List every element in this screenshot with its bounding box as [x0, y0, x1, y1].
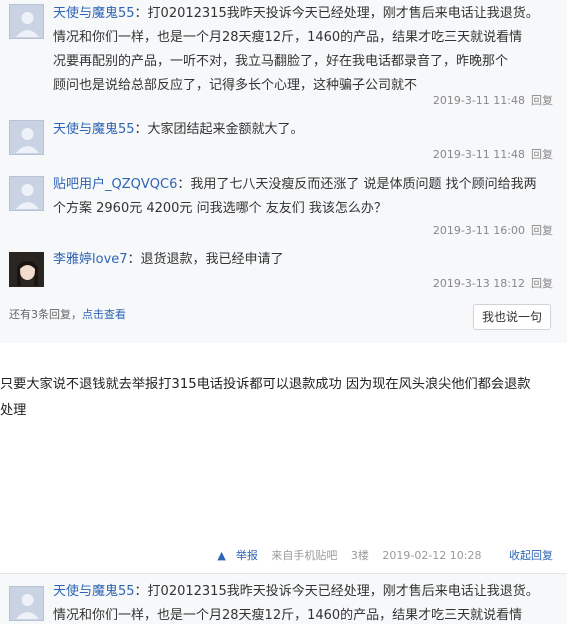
- reply-text: ：我用了七八天没瘦反而还涨了 说是体质问题 找个顾问给我两: [177, 177, 537, 192]
- reply-text: ：退货退款，我已经申请了: [127, 252, 284, 267]
- post-content: 只要大家说不退钱就去举报打315电话投诉都可以退款成功 因为现在风头浪尖他们都会…: [0, 372, 567, 424]
- avatar[interactable]: [9, 176, 44, 211]
- reply-username[interactable]: 天使与魔鬼55: [53, 584, 135, 599]
- floor-reply-list: 天使与魔鬼55：打02012315我昨天投诉今天已经处理，刚才售后来电话让我退货…: [0, 573, 567, 624]
- reply-text: 情况和你们一样，也是一个月28天瘦12斤，1460的产品，结果才吃三天就说看情: [53, 30, 523, 45]
- user-photo-icon: [10, 253, 43, 286]
- post-meta: ▲ 举报 来自手机贴吧 3楼 2019-02-12 10:28 收起回复: [197, 547, 553, 563]
- reply-time: 2019-3-11 16:00: [432, 224, 525, 237]
- post-source: 来自手机贴吧: [271, 549, 338, 562]
- reply-time: 2019-3-11 11:48: [432, 148, 525, 161]
- warning-icon: ▲: [217, 549, 226, 562]
- say-something-button[interactable]: 我也说一句: [473, 304, 551, 330]
- reply-time: 2019-3-13 18:12: [432, 277, 525, 290]
- reply-text: ：打02012315我昨天投诉今天已经处理，刚才售后来电话让我退货。: [134, 584, 539, 599]
- reply-content: 天使与魔鬼55：打02012315我昨天投诉今天已经处理，刚才售后来电话让我退货…: [53, 2, 555, 98]
- reply-button[interactable]: 回复: [531, 94, 553, 107]
- reply-button[interactable]: 回复: [531, 224, 553, 237]
- reply-text: ：大家团结起来金额就大了。: [134, 122, 304, 137]
- reply-time: 2019-3-11 11:48: [432, 94, 525, 107]
- report-link[interactable]: ▲ 举报: [207, 549, 257, 562]
- avatar[interactable]: [9, 586, 44, 621]
- reply-text: ：打02012315我昨天投诉今天已经处理，刚才售后来电话让我退货。: [134, 6, 539, 21]
- avatar[interactable]: [9, 120, 44, 155]
- reply-username[interactable]: 贴吧用户_QZQVQC6: [53, 177, 177, 192]
- floor-reply-list: 天使与魔鬼55：打02012315我昨天投诉今天已经处理，刚才售后来电话让我退货…: [0, 0, 567, 343]
- reply-meta: 2019-3-11 16:00 回复: [433, 222, 553, 238]
- avatar[interactable]: [9, 252, 44, 287]
- default-avatar-icon: [10, 5, 43, 38]
- post-time: 2019-02-12 10:28: [382, 549, 482, 562]
- reply-meta: 2019-3-11 11:48 回复: [433, 146, 553, 162]
- reply-content: 天使与魔鬼55：大家团结起来金额就大了。: [53, 118, 555, 142]
- reply-meta: 2019-3-13 18:12 回复: [433, 275, 553, 291]
- default-avatar-icon: [10, 177, 43, 210]
- floor-number: 3楼: [350, 549, 369, 562]
- reply-content: 贴吧用户_QZQVQC6：我用了七八天没瘦反而还涨了 说是体质问题 找个顾问给我…: [53, 173, 555, 221]
- reply-meta: 2019-3-11 11:48 回复: [433, 92, 553, 108]
- reply-text: 个方案 2960元 4200元 问我选哪个 友友们 我该怎么办？: [53, 201, 387, 216]
- reply-username[interactable]: 李雅婷love7: [53, 252, 128, 267]
- more-replies: 还有3条回复，点击查看: [9, 306, 126, 322]
- reply-text: 况要再配别的产品，一听不对，我立马翻脸了，好在我电话都录音了，昨晚那个: [53, 54, 509, 69]
- reply-text: 情况和你们一样，也是一个月28天瘦12斤，1460的产品，结果才吃三天就说看情: [53, 608, 523, 623]
- post-text: 处理: [0, 403, 27, 418]
- post-text: 只要大家说不退钱就去举报打315电话投诉都可以退款成功 因为现在风头浪尖他们都会…: [0, 377, 531, 392]
- avatar[interactable]: [9, 4, 44, 39]
- view-more-link[interactable]: 点击查看: [82, 308, 126, 321]
- reply-button[interactable]: 回复: [531, 277, 553, 290]
- reply-content: 李雅婷love7：退货退款，我已经申请了: [53, 248, 555, 272]
- report-label: 举报: [235, 549, 258, 562]
- collapse-replies-link[interactable]: 收起回复: [509, 549, 553, 562]
- reply-username[interactable]: 天使与魔鬼55: [53, 122, 135, 137]
- more-replies-text: 还有3条回复，: [9, 308, 82, 321]
- reply-username[interactable]: 天使与魔鬼55: [53, 6, 135, 21]
- reply-button[interactable]: 回复: [531, 148, 553, 161]
- default-avatar-icon: [10, 587, 43, 620]
- default-avatar-icon: [10, 121, 43, 154]
- reply-content: 天使与魔鬼55：打02012315我昨天投诉今天已经处理，刚才售后来电话让我退货…: [53, 580, 555, 624]
